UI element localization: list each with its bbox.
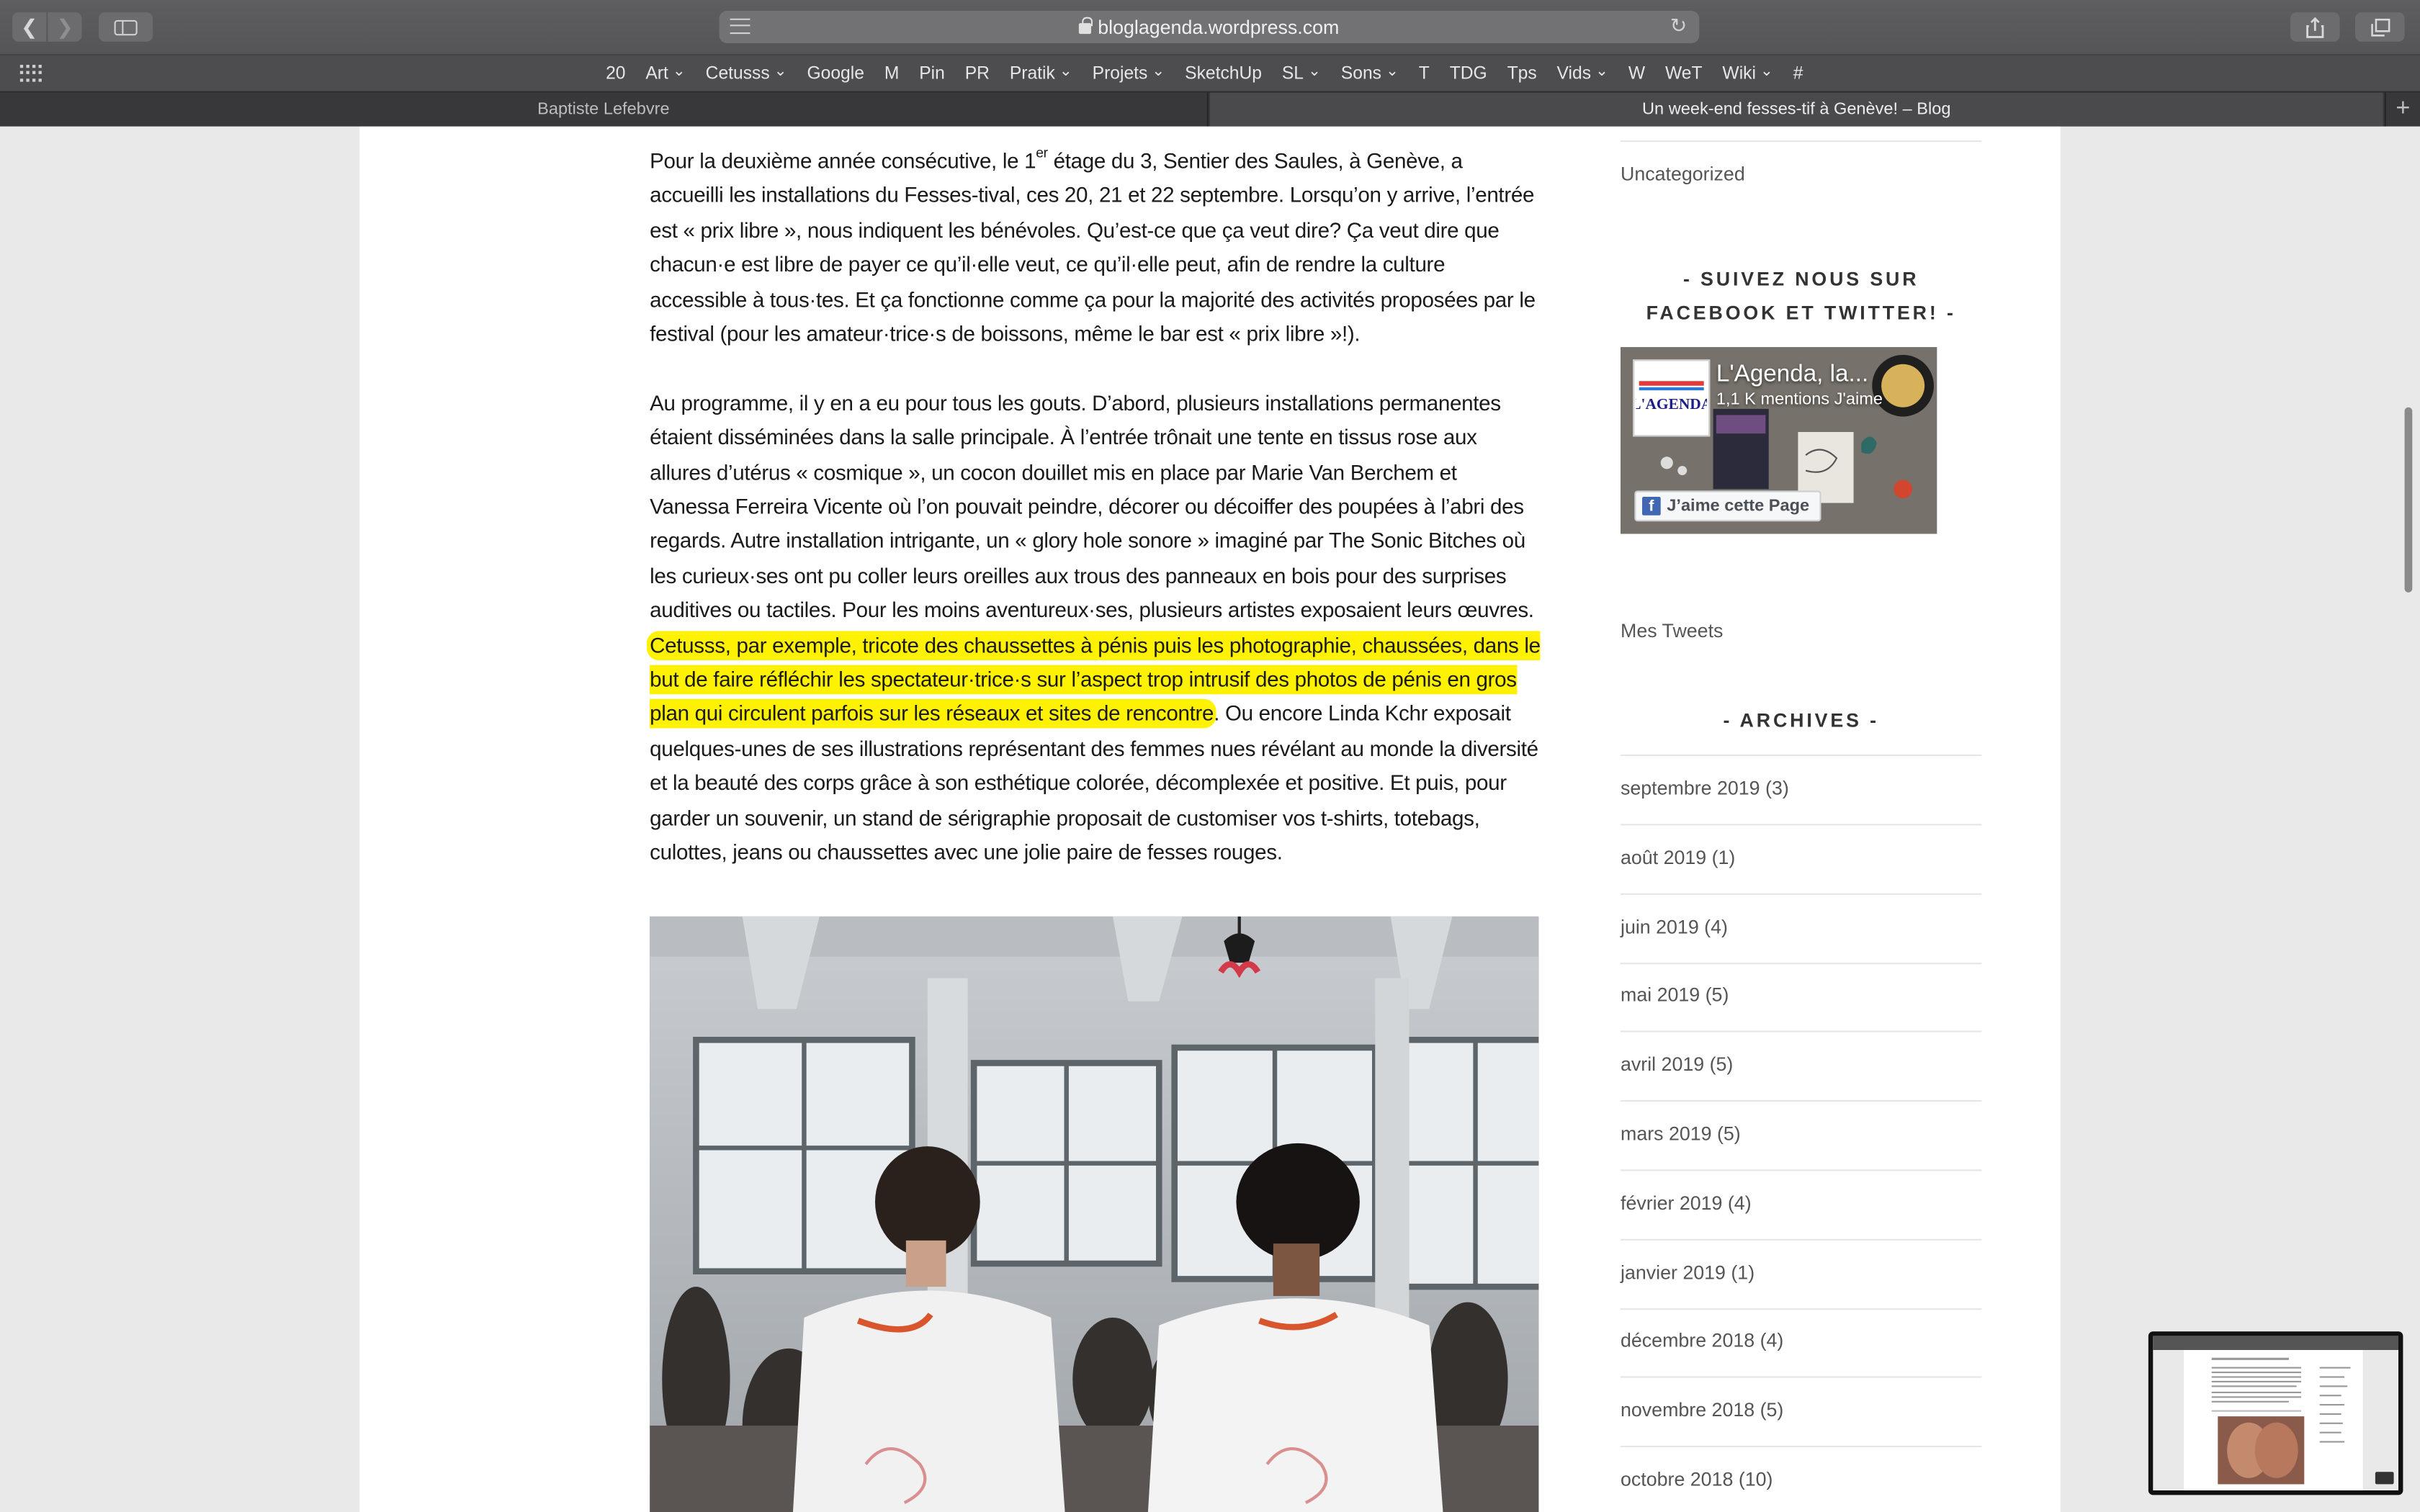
archive-link[interactable]: août 2019 (1) [1621, 847, 1981, 868]
superscript: er [1036, 145, 1048, 161]
chevron-right-icon: ❯ [56, 14, 73, 38]
favorite-item-t[interactable]: T [1409, 65, 1440, 84]
back-button[interactable]: ❮ [12, 12, 47, 42]
divider [1621, 1169, 1982, 1171]
favorite-item-wiki[interactable]: Wiki [1713, 65, 1783, 84]
divider [1621, 893, 1982, 895]
archive-link[interactable]: octobre 2018 (10) [1621, 1469, 1981, 1490]
article-paragraph: Au programme, il y en a eu pour tous les… [650, 387, 1542, 870]
paragraph-text: Au programme, il y en a eu pour tous les… [650, 391, 1534, 623]
paragraph-text: . Ou encore Linda Kchr exposait quelques… [650, 703, 1538, 865]
favorite-item-w[interactable]: W [1618, 65, 1655, 84]
lagenda-logo: L'AGENDA [1633, 359, 1711, 437]
favorite-item-pin[interactable]: Pin [909, 65, 954, 84]
thumbnail-illustration [2153, 1336, 2398, 1490]
lock-icon [1079, 17, 1093, 35]
archives-widget-title: - ARCHIVES - [1723, 709, 1879, 732]
sidebar-icon [114, 19, 138, 35]
archive-link[interactable]: février 2019 (4) [1621, 1192, 1981, 1214]
divider [1621, 1100, 1982, 1102]
favorite-item-pratik[interactable]: Pratik [1000, 65, 1083, 84]
article-paragraph: Pour la deuxième année consécutive, le 1… [650, 145, 1542, 352]
facebook-likes-count: 1,1 K mentions J'aime [1716, 390, 1883, 409]
divider [1621, 824, 1982, 826]
facebook-page-name[interactable]: L'Agenda, la... [1716, 361, 1868, 389]
plus-icon: + [2396, 95, 2411, 122]
grid-icon[interactable] [19, 65, 42, 82]
archive-link[interactable]: septembre 2019 (3) [1621, 778, 1981, 799]
divider [1621, 140, 1982, 143]
favorite-item-google[interactable]: Google [797, 65, 874, 84]
article-photo [650, 916, 1539, 1512]
category-link[interactable]: Uncategorized [1621, 163, 1745, 185]
favorite-item-vids[interactable]: Vids [1547, 65, 1618, 84]
favorite-item-cetusss[interactable]: Cetusss [696, 65, 797, 84]
tab-title: Baptiste Lefebvre [537, 100, 670, 119]
divider [1621, 1446, 1982, 1448]
favorites-bar: 20ArtCetusssGoogleMPinPRPratikProjetsSke… [0, 54, 2420, 91]
divider [1621, 1308, 1982, 1310]
archive-link[interactable]: mars 2019 (5) [1621, 1123, 1981, 1145]
new-tab-button[interactable]: + [2384, 92, 2420, 127]
tab-title: Un week-end fesses-tif à Genève! – Blog [1642, 100, 1951, 119]
svg-text:L'AGENDA: L'AGENDA [1636, 395, 1707, 413]
favorite-item-[interactable]: # [1783, 65, 1814, 84]
favorite-item-tdg[interactable]: TDG [1440, 65, 1497, 84]
archive-link[interactable]: décembre 2018 (4) [1621, 1331, 1981, 1352]
address-bar[interactable]: bloglagenda.wordpress.com ↻ [719, 11, 1700, 43]
favorite-item-wet[interactable]: WeT [1655, 65, 1712, 84]
favorite-item-sons[interactable]: Sons [1331, 65, 1409, 84]
archive-link[interactable]: avril 2019 (5) [1621, 1054, 1981, 1076]
sidebar-toggle-button[interactable] [99, 12, 153, 42]
favorite-item-pr[interactable]: PR [955, 65, 1000, 84]
reader-icon[interactable] [730, 18, 750, 35]
archive-link[interactable]: mai 2019 (5) [1621, 985, 1981, 1007]
tabs-icon [2370, 17, 2390, 36]
page-scrollbar[interactable] [2404, 407, 2413, 593]
forward-button[interactable]: ❯ [48, 12, 82, 42]
browser-toolbar: ❮ ❯ bloglagenda.wordpress.com ↻ [0, 0, 2420, 54]
favorite-item-sketchup[interactable]: SketchUp [1175, 65, 1272, 84]
paragraph-text: étage du 3, Sentier des Saules, à Genève… [650, 149, 1536, 346]
favorite-item-art[interactable]: Art [635, 65, 695, 84]
share-button[interactable] [2290, 12, 2340, 42]
tab-baptiste-lefebvre[interactable]: Baptiste Lefebvre [0, 92, 1209, 127]
facebook-icon: f [1642, 497, 1661, 516]
favorites-list: 20ArtCetusssGoogleMPinPRPratikProjetsSke… [596, 55, 1813, 92]
url-text: bloglagenda.wordpress.com [1098, 16, 1340, 38]
favorite-item-m[interactable]: M [874, 65, 909, 84]
facebook-page-widget[interactable]: L'AGENDA L'Agenda, la... 1,1 K mentions … [1621, 347, 1937, 534]
page-viewport: Pour la deuxième année consécutive, le 1… [0, 126, 2420, 1512]
tab-blog-active[interactable]: Un week-end fesses-tif à Genève! – Blog [1210, 92, 2383, 127]
like-button-label: J’aime cette Page [1667, 497, 1810, 516]
chevron-left-icon: ❮ [21, 14, 38, 38]
paragraph-text: Pour la deuxième année consécutive, le 1 [650, 149, 1036, 173]
article-body: Pour la deuxième année consécutive, le 1… [650, 145, 1542, 905]
tab-bar: Baptiste Lefebvre Un week-end fesses-tif… [0, 91, 2420, 127]
divider [1621, 1238, 1982, 1241]
facebook-like-button[interactable]: f J’aime cette Page [1634, 490, 1822, 522]
divider [1621, 1377, 1982, 1379]
archive-link[interactable]: novembre 2018 (5) [1621, 1400, 1981, 1421]
divider [1621, 754, 1982, 756]
divider [1621, 962, 1982, 964]
favorite-item-projets[interactable]: Projets [1083, 65, 1175, 84]
twitter-tweets-link[interactable]: Mes Tweets [1621, 620, 1723, 642]
follow-widget-title: - SUIVEZ NOUS SUR FACEBOOK ET TWITTER! - [1646, 268, 1956, 324]
archive-link[interactable]: juin 2019 (4) [1621, 916, 1981, 937]
reload-icon[interactable]: ↻ [1670, 14, 1687, 38]
festival-photo-illustration [650, 916, 1539, 1512]
archive-link[interactable]: janvier 2019 (1) [1621, 1261, 1981, 1283]
favorite-item-20[interactable]: 20 [596, 65, 635, 84]
share-icon [2306, 16, 2324, 37]
divider [1621, 1031, 1982, 1033]
screenshot-thumbnail-preview[interactable] [2148, 1331, 2403, 1495]
favorite-item-tps[interactable]: Tps [1497, 65, 1547, 84]
show-all-tabs-button[interactable] [2355, 12, 2405, 42]
favorite-item-sl[interactable]: SL [1272, 65, 1331, 84]
